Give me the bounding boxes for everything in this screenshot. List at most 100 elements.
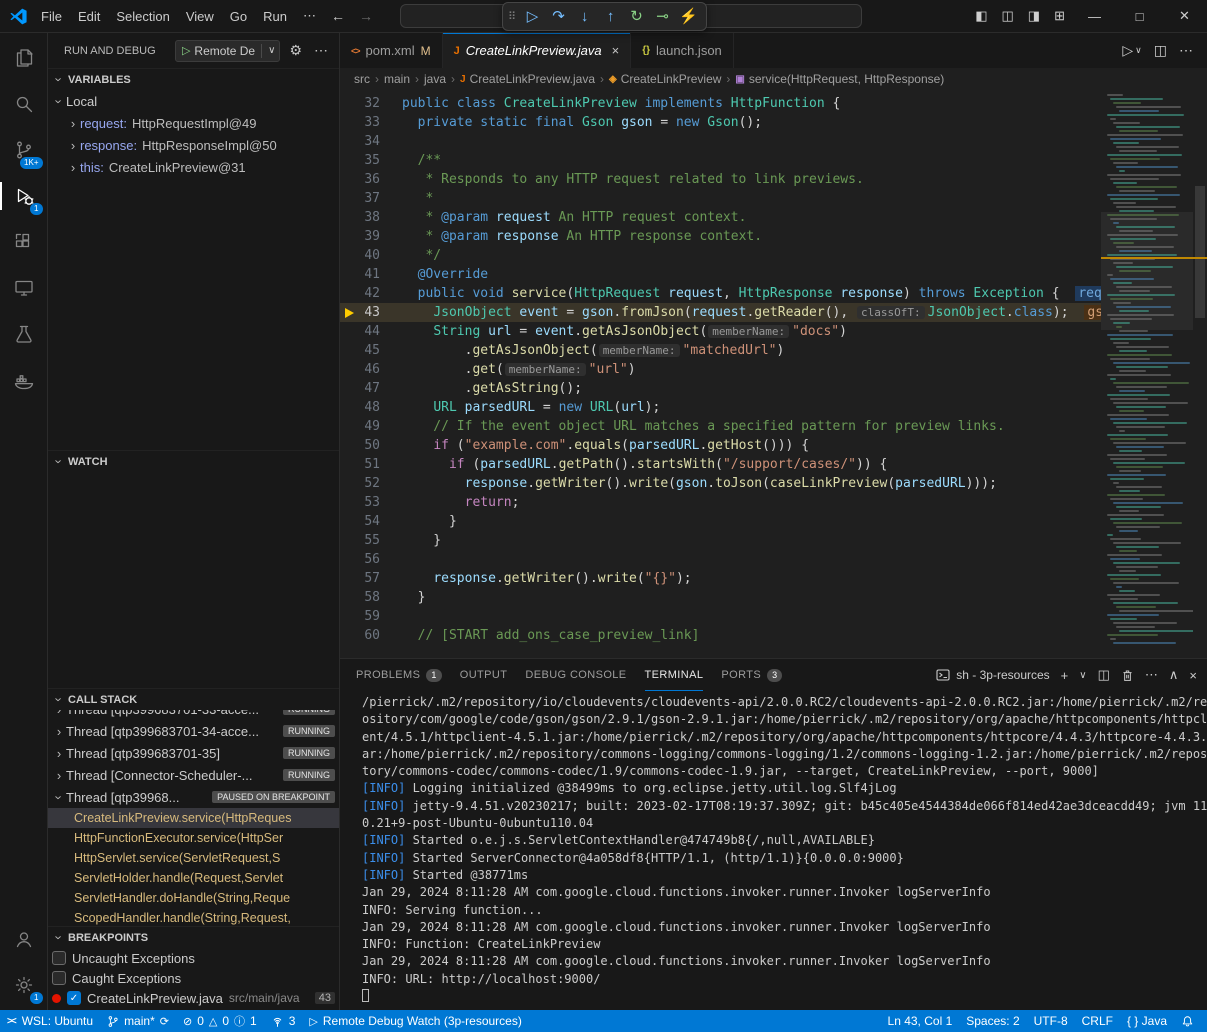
editor-gutter[interactable]: 59 xyxy=(340,607,402,626)
start-debugging-icon[interactable]: ▷ xyxy=(182,44,190,57)
breadcrumb-item[interactable]: ◈CreateLinkPreview xyxy=(609,72,721,86)
nav-forward-button[interactable]: → xyxy=(352,8,380,24)
minimize-button[interactable]: — xyxy=(1072,0,1117,32)
call-stack-frame[interactable]: HttpFunctionExecutor.service(HttpSer xyxy=(48,828,339,848)
menu-run[interactable]: Run xyxy=(255,9,295,24)
problems-indicator[interactable]: ⊘ 0 △ 0 ⓘ 1 xyxy=(176,1010,264,1032)
editor-gutter[interactable]: 46 xyxy=(340,360,402,379)
panel-more-actions-icon[interactable]: ⋯ xyxy=(1145,667,1158,683)
breakpoint-checkbox[interactable] xyxy=(52,971,66,985)
panel-tab-debug-console[interactable]: DEBUG CONSOLE xyxy=(525,659,626,691)
toggle-secondary-sidebar-icon[interactable]: ◨ xyxy=(1021,8,1047,23)
menu-selection[interactable]: Selection xyxy=(108,9,177,24)
variables-section-header[interactable]: › VARIABLES xyxy=(48,68,339,90)
editor-gutter[interactable]: 56 xyxy=(340,550,402,569)
editor-gutter[interactable]: 33 xyxy=(340,113,402,132)
code-line[interactable]: 43 JsonObject event = gson.fromJson(requ… xyxy=(340,303,1101,322)
call-stack-frame[interactable]: ScopedHandler.handle(String,Request, xyxy=(48,908,339,926)
close-panel-icon[interactable]: × xyxy=(1189,668,1197,683)
terminal-dropdown-chevron-icon[interactable]: ∨ xyxy=(1079,670,1086,681)
editor-gutter[interactable]: 50 xyxy=(340,436,402,455)
code-line[interactable]: 58 } xyxy=(340,588,1101,607)
code-line[interactable]: 38 * @param request An HTTP request cont… xyxy=(340,208,1101,227)
code-line[interactable]: 60 // [START add_ons_case_preview_link] xyxy=(340,626,1101,645)
breakpoint-checkbox[interactable]: ✓ xyxy=(67,991,81,1005)
editor-gutter[interactable]: 52 xyxy=(340,474,402,493)
call-stack-thread[interactable]: ›Thread [qtp399683701-35]RUNNING xyxy=(48,742,339,764)
remote-indicator[interactable]: >< WSL: Ubuntu xyxy=(0,1010,100,1032)
code-line[interactable]: 44 String url = event.getAsJsonObject(me… xyxy=(340,322,1101,341)
editor-gutter[interactable]: 57 xyxy=(340,569,402,588)
chevron-down-icon[interactable]: ∨ xyxy=(268,45,275,56)
status-encoding[interactable]: UTF-8 xyxy=(1027,1010,1075,1032)
editor-scrollbar[interactable] xyxy=(1193,90,1207,658)
code-line[interactable]: 46 .get(memberName:"url") xyxy=(340,360,1101,379)
variable-item[interactable]: ›request:HttpRequestImpl@49 xyxy=(48,112,339,134)
debug-session-status[interactable]: ▷ Remote Debug Watch (3p-resources) xyxy=(302,1010,528,1032)
editor-gutter[interactable]: 44 xyxy=(340,322,402,341)
breakpoints-section-header[interactable]: › BREAKPOINTS xyxy=(48,926,339,948)
activity-item-docker[interactable] xyxy=(0,357,48,403)
split-terminal-icon[interactable]: ◫ xyxy=(1098,667,1110,683)
code-line[interactable]: 42 public void service(HttpRequest reque… xyxy=(340,284,1101,303)
disconnect-button[interactable]: ⊸ xyxy=(650,3,675,30)
split-editor-icon[interactable]: ◫ xyxy=(1154,42,1167,59)
code-line[interactable]: 32public class CreateLinkPreview impleme… xyxy=(340,94,1101,113)
breadcrumb-item[interactable]: src xyxy=(354,72,370,86)
breadcrumb-item[interactable]: JCreateLinkPreview.java xyxy=(460,72,595,86)
launch-config-dropdown[interactable]: ▷ Remote De ∨ xyxy=(175,40,281,62)
watch-section-header[interactable]: › WATCH xyxy=(48,450,339,472)
code-line[interactable]: 53 return; xyxy=(340,493,1101,512)
activity-item-run-and-debug[interactable]: 1 xyxy=(0,173,48,219)
code-line[interactable]: 39 * @param response An HTTP response co… xyxy=(340,227,1101,246)
editor-gutter[interactable]: 39 xyxy=(340,227,402,246)
step-out-button[interactable]: ↑ xyxy=(598,3,623,30)
call-stack-thread[interactable]: ›Thread [qtp39968...PAUSED ON BREAKPOINT xyxy=(48,786,339,808)
call-stack-frame[interactable]: CreateLinkPreview.service(HttpReques xyxy=(48,808,339,828)
editor-more-actions-icon[interactable]: ⋯ xyxy=(1179,42,1193,59)
panel-tab-output[interactable]: OUTPUT xyxy=(460,659,508,691)
breadcrumb-item[interactable]: ▣service(HttpRequest, HttpResponse) xyxy=(735,72,944,86)
code-line[interactable]: 35 /** xyxy=(340,151,1101,170)
editor-gutter[interactable]: 36 xyxy=(340,170,402,189)
debug-toolbar-grip[interactable]: ⠿ xyxy=(508,10,516,23)
activity-item-accounts[interactable] xyxy=(0,916,48,962)
activity-item-explorer[interactable] xyxy=(0,35,48,81)
editor-gutter[interactable]: 53 xyxy=(340,493,402,512)
panel-tab-terminal[interactable]: TERMINAL xyxy=(645,659,704,691)
editor-gutter[interactable]: 41 xyxy=(340,265,402,284)
terminal-output[interactable]: /pierrick/.m2/repository/io/cloudevents/… xyxy=(340,691,1207,1010)
menu-edit[interactable]: Edit xyxy=(70,9,108,24)
panel-tab-problems[interactable]: PROBLEMS1 xyxy=(356,659,442,691)
call-stack-thread[interactable]: ›Thread [Connector-Scheduler-...RUNNING xyxy=(48,764,339,786)
variable-item[interactable]: ›this:CreateLinkPreview@31 xyxy=(48,156,339,178)
kill-terminal-icon[interactable] xyxy=(1121,669,1134,682)
ports-indicator[interactable]: 3 xyxy=(264,1010,303,1032)
editor-gutter[interactable]: 51 xyxy=(340,455,402,474)
editor-gutter[interactable]: 34 xyxy=(340,132,402,151)
code-line[interactable]: 45 .getAsJsonObject(memberName:"matchedU… xyxy=(340,341,1101,360)
editor-tab[interactable]: {}launch.json xyxy=(631,33,734,68)
scrollbar-thumb[interactable] xyxy=(1195,186,1205,318)
new-terminal-icon[interactable]: + xyxy=(1061,668,1069,683)
code-line[interactable]: 54 } xyxy=(340,512,1101,531)
call-stack-section-header[interactable]: › CALL STACK xyxy=(48,688,339,710)
editor-gutter[interactable]: 43 xyxy=(340,303,402,322)
editor-gutter[interactable]: 49 xyxy=(340,417,402,436)
step-into-button[interactable]: ↓ xyxy=(572,3,597,30)
terminal-profile-select[interactable]: sh - 3p-resources xyxy=(936,668,1049,682)
variable-item[interactable]: ›response:HttpResponseImpl@50 xyxy=(48,134,339,156)
menu-file[interactable]: File xyxy=(33,9,70,24)
editor-gutter[interactable]: 48 xyxy=(340,398,402,417)
editor-gutter[interactable]: 40 xyxy=(340,246,402,265)
breakpoint-checkbox[interactable] xyxy=(52,951,66,965)
editor-gutter[interactable]: 47 xyxy=(340,379,402,398)
call-stack-thread[interactable]: ›Thread [qtp399683701-33-acce...RUNNING xyxy=(48,710,339,720)
editor-gutter[interactable]: 32 xyxy=(340,94,402,113)
breakpoint-item[interactable]: ✓CreateLinkPreview.javasrc/main/java43 xyxy=(48,988,339,1008)
close-tab-icon[interactable]: × xyxy=(612,43,620,58)
code-line[interactable]: 52 response.getWriter().write(gson.toJso… xyxy=(340,474,1101,493)
debug-gear-icon[interactable]: ⚙ xyxy=(286,42,305,59)
code-line[interactable]: 41 @Override xyxy=(340,265,1101,284)
activity-item-source-control[interactable]: 1K+ xyxy=(0,127,48,173)
